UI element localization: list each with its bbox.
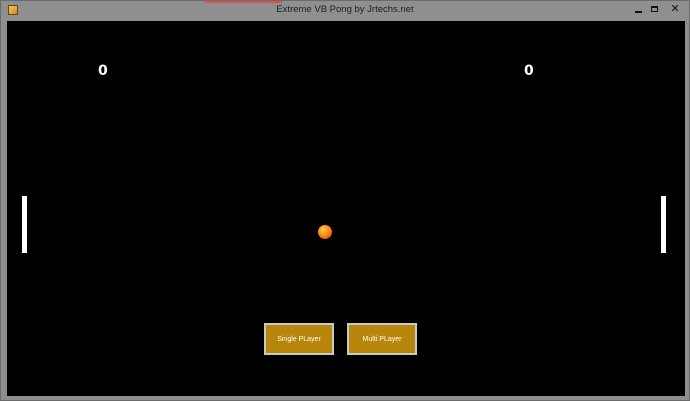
ball — [318, 225, 332, 239]
paddle-left — [22, 196, 27, 253]
score-left: 0 — [98, 63, 108, 79]
maximize-button[interactable] — [646, 2, 662, 16]
minimize-icon — [634, 11, 642, 13]
minimize-button[interactable] — [630, 2, 646, 16]
paddle-right — [661, 196, 666, 253]
title-bar[interactable]: Extreme VB Pong by Jrtechs.net ✕ — [1, 1, 689, 21]
close-button[interactable]: ✕ — [663, 2, 687, 16]
maximize-icon — [650, 6, 658, 12]
close-icon: ✕ — [670, 2, 680, 15]
app-window: Extreme VB Pong by Jrtechs.net ✕ 0 0 Sin… — [0, 0, 690, 401]
game-canvas[interactable]: 0 0 Single PLayer Multi PLayer — [7, 21, 685, 396]
title-bar-accent — [204, 1, 282, 3]
multi-player-button[interactable]: Multi PLayer — [347, 323, 417, 355]
score-right: 0 — [524, 63, 534, 79]
single-player-button[interactable]: Single PLayer — [264, 323, 334, 355]
window-title: Extreme VB Pong by Jrtechs.net — [276, 4, 414, 15]
